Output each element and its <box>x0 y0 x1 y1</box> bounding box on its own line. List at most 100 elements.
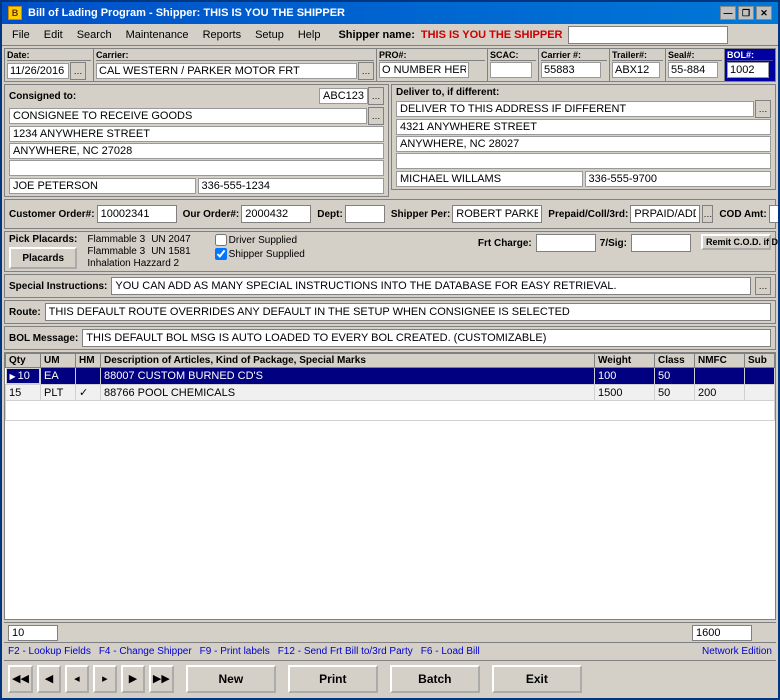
menu-help[interactable]: Help <box>292 27 327 43</box>
nav-prev-button[interactable]: ◀ <box>37 665 61 693</box>
shipper-name-input[interactable] <box>568 26 728 44</box>
our-order-input[interactable] <box>241 205 311 223</box>
scac-input[interactable] <box>490 62 532 78</box>
shipper-supplied-checkbox[interactable] <box>215 248 227 260</box>
menu-maintenance[interactable]: Maintenance <box>120 27 195 43</box>
menu-search[interactable]: Search <box>71 27 118 43</box>
shortcut-f9[interactable]: F9 - Print labels <box>200 646 270 657</box>
carrier-ellipsis[interactable]: … <box>358 62 374 80</box>
seal-input[interactable] <box>668 62 718 78</box>
cell-desc-1: 88007 CUSTOM BURNED CD'S <box>101 368 595 385</box>
nav-next-small-button[interactable]: ▸ <box>93 665 117 693</box>
bol-message-label: BOL Message: <box>9 333 78 344</box>
placard-item-3: Inhalation Hazzard 2 <box>87 258 179 269</box>
col-sub: Sub <box>745 354 775 368</box>
remit-cod-button[interactable]: Remit C.O.D. if Different Address <box>701 234 771 250</box>
shortcut-f6[interactable]: F6 - Load Bill <box>421 646 480 657</box>
carrier-label: Carrier: <box>96 50 374 61</box>
menu-edit[interactable]: Edit <box>38 27 69 43</box>
bol-input[interactable] <box>727 62 769 78</box>
date-input[interactable] <box>7 63 69 79</box>
consigned-line2[interactable] <box>9 126 384 142</box>
consigned-badge-ellipsis[interactable]: … <box>368 87 384 105</box>
date-ellipsis[interactable]: … <box>70 62 86 80</box>
cod-amt-label: COD Amt: <box>719 209 766 220</box>
total-weight-display[interactable] <box>692 625 752 641</box>
driver-supplied-checkbox[interactable] <box>215 234 227 246</box>
consigned-phone[interactable] <box>198 178 385 194</box>
bol-label: BOL#: <box>727 50 773 61</box>
address-section: Consigned to: ABC123 … … <box>4 84 776 197</box>
table-row[interactable]: ▶ 10 EA 88007 CUSTOM BURNED CD'S 100 50 <box>6 368 775 385</box>
cell-qty-2: 15 <box>6 385 41 401</box>
carriernum-input[interactable] <box>541 62 601 78</box>
table-row[interactable]: 15 PLT ✓ 88766 POOL CHEMICALS 1500 50 20… <box>6 385 775 401</box>
restore-button[interactable]: ❐ <box>738 6 754 20</box>
nav-prev-small-button[interactable]: ◂ <box>65 665 89 693</box>
deliver-line3[interactable] <box>396 136 771 152</box>
totals-bar <box>4 622 776 642</box>
dept-label: Dept: <box>317 209 343 220</box>
frt-charge-input[interactable] <box>536 234 596 252</box>
shortcut-f2[interactable]: F2 - Lookup Fields <box>8 646 91 657</box>
consigned-line4[interactable] <box>9 160 384 176</box>
special-instructions-label: Special Instructions: <box>9 281 107 292</box>
nav-next-button[interactable]: ▶ <box>121 665 145 693</box>
route-section: Route: <box>4 300 776 324</box>
trailer-label: Trailer#: <box>612 50 663 61</box>
sig-input[interactable] <box>631 234 691 252</box>
main-window: B Bill of Lading Program - Shipper: THIS… <box>0 0 780 700</box>
cell-class-1: 50 <box>655 368 695 385</box>
cell-um-2: PLT <box>41 385 76 401</box>
deliver-line4[interactable] <box>396 153 771 169</box>
pro-input[interactable] <box>379 62 469 78</box>
batch-button[interactable]: Batch <box>390 665 480 693</box>
deliver-line2[interactable] <box>396 119 771 135</box>
cod-amt-input[interactable] <box>769 205 778 223</box>
prepaid-ellipsis[interactable]: … <box>702 205 713 223</box>
deliver-phone[interactable] <box>585 171 772 187</box>
deliver-line1-ellipsis[interactable]: … <box>755 100 771 118</box>
consigned-label: Consigned to: <box>9 91 76 102</box>
shipper-per-input[interactable] <box>452 205 542 223</box>
carrier-input[interactable] <box>96 63 357 79</box>
consigned-line3[interactable] <box>9 143 384 159</box>
col-hm: HM <box>76 354 101 368</box>
prepaid-input[interactable] <box>630 205 700 223</box>
app-icon: B <box>8 6 22 20</box>
special-instructions-ellipsis[interactable]: … <box>755 277 771 295</box>
exit-button[interactable]: Exit <box>492 665 582 693</box>
special-instructions-input[interactable] <box>111 277 751 295</box>
route-input[interactable] <box>45 303 771 321</box>
menu-setup[interactable]: Setup <box>249 27 290 43</box>
network-edition-label: Network Edition <box>702 646 772 657</box>
sig-label: 7/Sig: <box>600 238 627 249</box>
menu-file[interactable]: File <box>6 27 36 43</box>
cell-sub-2 <box>745 385 775 401</box>
table-row-empty[interactable] <box>6 401 775 421</box>
consigned-line1[interactable] <box>9 108 367 124</box>
cell-weight-1: 100 <box>595 368 655 385</box>
consigned-contact[interactable] <box>9 178 196 194</box>
close-button[interactable]: ✕ <box>756 6 772 20</box>
cell-hm-1 <box>76 368 101 385</box>
bol-message-input[interactable] <box>82 329 771 347</box>
deliver-contact[interactable] <box>396 171 583 187</box>
shortcut-f12[interactable]: F12 - Send Frt Bill to/3rd Party <box>278 646 413 657</box>
shortcut-f4[interactable]: F4 - Change Shipper <box>99 646 192 657</box>
minimize-button[interactable]: — <box>720 6 736 20</box>
trailer-input[interactable] <box>612 62 660 78</box>
total-qty-display[interactable] <box>8 625 58 641</box>
cust-order-input[interactable] <box>97 205 177 223</box>
placards-button[interactable]: Placards <box>9 247 77 269</box>
nav-first-button[interactable]: ◀◀ <box>8 665 33 693</box>
new-button[interactable]: New <box>186 665 276 693</box>
consigned-line1-ellipsis[interactable]: … <box>368 107 384 125</box>
deliver-line1[interactable] <box>396 101 754 117</box>
dept-input[interactable] <box>345 205 385 223</box>
cell-nmfc-1 <box>695 368 745 385</box>
menu-reports[interactable]: Reports <box>197 27 248 43</box>
nav-last-button[interactable]: ▶▶ <box>149 665 174 693</box>
cell-nmfc-2: 200 <box>695 385 745 401</box>
print-button[interactable]: Print <box>288 665 378 693</box>
